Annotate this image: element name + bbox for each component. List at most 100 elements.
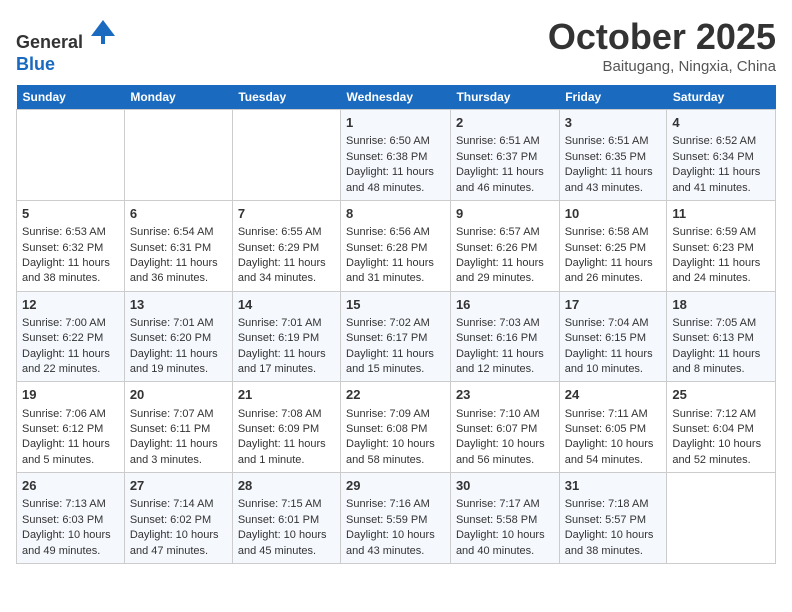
logo-blue: Blue	[16, 54, 55, 74]
day-details: Sunrise: 6:57 AM Sunset: 6:26 PM Dayligh…	[456, 225, 554, 287]
day-details: Sunrise: 7:03 AM Sunset: 6:16 PM Dayligh…	[456, 316, 554, 378]
day-details: Sunrise: 7:15 AM Sunset: 6:01 PM Dayligh…	[238, 497, 335, 559]
calendar-cell: 23 Sunrise: 7:10 AM Sunset: 6:07 PM Dayli…	[450, 382, 559, 473]
day-number: 13	[130, 296, 227, 314]
day-details: Sunrise: 6:53 AM Sunset: 6:32 PM Dayligh…	[22, 225, 119, 287]
weekday-header-wednesday: Wednesday	[341, 85, 451, 110]
logo-general: General	[16, 32, 83, 52]
day-details: Sunrise: 7:13 AM Sunset: 6:03 PM Dayligh…	[22, 497, 119, 559]
day-number: 1	[346, 114, 445, 132]
day-number: 28	[238, 477, 335, 495]
calendar-cell	[124, 110, 232, 201]
day-details: Sunrise: 6:55 AM Sunset: 6:29 PM Dayligh…	[238, 225, 335, 287]
calendar-cell: 1 Sunrise: 6:50 AM Sunset: 6:38 PM Daylig…	[341, 110, 451, 201]
day-number: 14	[238, 296, 335, 314]
logo-icon	[87, 16, 119, 48]
calendar-cell: 3Sunrise: 6:51 AM Sunset: 6:35 PM Daylig…	[559, 110, 667, 201]
weekday-header-sunday: Sunday	[17, 85, 125, 110]
day-details: Sunrise: 7:05 AM Sunset: 6:13 PM Dayligh…	[672, 316, 770, 378]
day-details: Sunrise: 7:11 AM Sunset: 6:05 PM Dayligh…	[565, 407, 662, 469]
calendar-week-3: 12Sunrise: 7:00 AM Sunset: 6:22 PM Dayli…	[17, 291, 776, 382]
day-details: Sunrise: 7:02 AM Sunset: 6:17 PM Dayligh…	[346, 316, 445, 378]
calendar-cell: 22 Sunrise: 7:09 AM Sunset: 6:08 PM Dayli…	[341, 382, 451, 473]
day-number: 19	[22, 386, 119, 404]
day-details: Sunrise: 6:54 AM Sunset: 6:31 PM Dayligh…	[130, 225, 227, 287]
weekday-header-friday: Friday	[559, 85, 667, 110]
weekday-header-thursday: Thursday	[450, 85, 559, 110]
day-details: Sunrise: 7:00 AM Sunset: 6:22 PM Dayligh…	[22, 316, 119, 378]
day-number: 15	[346, 296, 445, 314]
day-number: 5	[22, 205, 119, 223]
calendar-week-1: 1 Sunrise: 6:50 AM Sunset: 6:38 PM Daylig…	[17, 110, 776, 201]
calendar-cell: 5 Sunrise: 6:53 AM Sunset: 6:32 PM Daylig…	[17, 200, 125, 291]
logo: General Blue	[16, 16, 119, 75]
day-number: 31	[565, 477, 662, 495]
calendar-week-4: 19 Sunrise: 7:06 AM Sunset: 6:12 PM Dayli…	[17, 382, 776, 473]
calendar-cell: 29 Sunrise: 7:16 AM Sunset: 5:59 PM Dayli…	[341, 473, 451, 564]
day-number: 4	[672, 114, 770, 132]
day-details: Sunrise: 6:52 AM Sunset: 6:34 PM Dayligh…	[672, 134, 770, 196]
day-details: Sunrise: 7:12 AM Sunset: 6:04 PM Dayligh…	[672, 407, 770, 469]
day-number: 7	[238, 205, 335, 223]
day-number: 22	[346, 386, 445, 404]
calendar-cell: 25Sunrise: 7:12 AM Sunset: 6:04 PM Dayli…	[667, 382, 776, 473]
day-number: 18	[672, 296, 770, 314]
day-details: Sunrise: 7:16 AM Sunset: 5:59 PM Dayligh…	[346, 497, 445, 559]
day-details: Sunrise: 6:51 AM Sunset: 6:37 PM Dayligh…	[456, 134, 554, 196]
calendar-cell: 30Sunrise: 7:17 AM Sunset: 5:58 PM Dayli…	[450, 473, 559, 564]
day-details: Sunrise: 6:51 AM Sunset: 6:35 PM Dayligh…	[565, 134, 662, 196]
day-details: Sunrise: 7:07 AM Sunset: 6:11 PM Dayligh…	[130, 407, 227, 469]
location: Baitugang, Ningxia, China	[548, 58, 776, 75]
day-details: Sunrise: 7:08 AM Sunset: 6:09 PM Dayligh…	[238, 407, 335, 469]
calendar-cell: 13 Sunrise: 7:01 AM Sunset: 6:20 PM Dayli…	[124, 291, 232, 382]
day-number: 27	[130, 477, 227, 495]
calendar-cell: 18 Sunrise: 7:05 AM Sunset: 6:13 PM Dayli…	[667, 291, 776, 382]
day-number: 8	[346, 205, 445, 223]
calendar-cell: 2 Sunrise: 6:51 AM Sunset: 6:37 PM Daylig…	[450, 110, 559, 201]
calendar-cell: 21 Sunrise: 7:08 AM Sunset: 6:09 PM Dayli…	[232, 382, 340, 473]
day-number: 21	[238, 386, 335, 404]
month-title: October 2025	[548, 16, 776, 58]
calendar-cell: 14 Sunrise: 7:01 AM Sunset: 6:19 PM Dayli…	[232, 291, 340, 382]
calendar-cell: 28 Sunrise: 7:15 AM Sunset: 6:01 PM Dayli…	[232, 473, 340, 564]
day-details: Sunrise: 7:09 AM Sunset: 6:08 PM Dayligh…	[346, 407, 445, 469]
calendar-cell: 15 Sunrise: 7:02 AM Sunset: 6:17 PM Dayli…	[341, 291, 451, 382]
day-number: 2	[456, 114, 554, 132]
day-details: Sunrise: 7:14 AM Sunset: 6:02 PM Dayligh…	[130, 497, 227, 559]
calendar-week-2: 5 Sunrise: 6:53 AM Sunset: 6:32 PM Daylig…	[17, 200, 776, 291]
day-details: Sunrise: 7:04 AM Sunset: 6:15 PM Dayligh…	[565, 316, 662, 378]
day-number: 17	[565, 296, 662, 314]
day-number: 24	[565, 386, 662, 404]
weekday-header-tuesday: Tuesday	[232, 85, 340, 110]
day-number: 29	[346, 477, 445, 495]
day-number: 6	[130, 205, 227, 223]
day-details: Sunrise: 6:59 AM Sunset: 6:23 PM Dayligh…	[672, 225, 770, 287]
weekday-header-monday: Monday	[124, 85, 232, 110]
calendar-cell: 31Sunrise: 7:18 AM Sunset: 5:57 PM Dayli…	[559, 473, 667, 564]
day-details: Sunrise: 7:01 AM Sunset: 6:20 PM Dayligh…	[130, 316, 227, 378]
day-details: Sunrise: 7:01 AM Sunset: 6:19 PM Dayligh…	[238, 316, 335, 378]
calendar-cell: 6 Sunrise: 6:54 AM Sunset: 6:31 PM Daylig…	[124, 200, 232, 291]
calendar-cell: 24 Sunrise: 7:11 AM Sunset: 6:05 PM Dayli…	[559, 382, 667, 473]
calendar-cell: 26 Sunrise: 7:13 AM Sunset: 6:03 PM Dayli…	[17, 473, 125, 564]
calendar-table: SundayMondayTuesdayWednesdayThursdayFrid…	[16, 85, 776, 564]
calendar-cell: 7 Sunrise: 6:55 AM Sunset: 6:29 PM Daylig…	[232, 200, 340, 291]
day-number: 30	[456, 477, 554, 495]
day-number: 9	[456, 205, 554, 223]
day-number: 26	[22, 477, 119, 495]
calendar-cell: 10Sunrise: 6:58 AM Sunset: 6:25 PM Dayli…	[559, 200, 667, 291]
calendar-cell: 17 Sunrise: 7:04 AM Sunset: 6:15 PM Dayli…	[559, 291, 667, 382]
calendar-cell: 9 Sunrise: 6:57 AM Sunset: 6:26 PM Daylig…	[450, 200, 559, 291]
calendar-cell	[667, 473, 776, 564]
day-number: 10	[565, 205, 662, 223]
day-details: Sunrise: 7:06 AM Sunset: 6:12 PM Dayligh…	[22, 407, 119, 469]
calendar-header: SundayMondayTuesdayWednesdayThursdayFrid…	[17, 85, 776, 110]
calendar-cell: 20Sunrise: 7:07 AM Sunset: 6:11 PM Dayli…	[124, 382, 232, 473]
day-details: Sunrise: 7:10 AM Sunset: 6:07 PM Dayligh…	[456, 407, 554, 469]
day-number: 23	[456, 386, 554, 404]
day-details: Sunrise: 6:50 AM Sunset: 6:38 PM Dayligh…	[346, 134, 445, 196]
calendar-cell: 27 Sunrise: 7:14 AM Sunset: 6:02 PM Dayli…	[124, 473, 232, 564]
day-details: Sunrise: 6:56 AM Sunset: 6:28 PM Dayligh…	[346, 225, 445, 287]
calendar-cell	[232, 110, 340, 201]
calendar-cell: 12Sunrise: 7:00 AM Sunset: 6:22 PM Dayli…	[17, 291, 125, 382]
